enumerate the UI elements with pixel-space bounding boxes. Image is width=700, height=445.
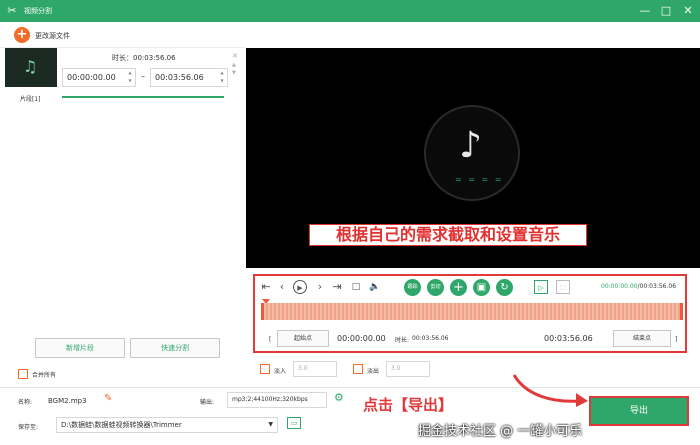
output-label: 输出: (200, 399, 215, 406)
reset-icon[interactable]: ↻ (496, 279, 513, 296)
next-frame-icon[interactable]: › (313, 280, 327, 294)
previous-frame-icon[interactable]: ‹ (275, 280, 289, 294)
set-start-button[interactable]: 起始点 (277, 330, 329, 347)
change-source-button[interactable]: 更改源文件 (35, 31, 70, 41)
chevron-down-icon: ▼ (268, 421, 273, 428)
delete-segment-icon[interactable]: ✕ (232, 52, 238, 60)
settings-gear-icon[interactable]: ⚙ (334, 391, 344, 404)
time-current: 00:00:00.00 (601, 283, 638, 290)
watermark: 掘金技术社区 @ 一罐小可乐 (418, 424, 583, 439)
range-separator: – (141, 72, 145, 81)
go-start-icon[interactable]: ⇤ (259, 280, 273, 294)
fade-in-value: 3.0 (298, 365, 308, 372)
move-down-icon[interactable]: ▼ (232, 70, 236, 76)
music-note-icon: ♪ (459, 125, 482, 166)
go-end-icon[interactable]: ⇥ (330, 280, 344, 294)
trim-start-value[interactable]: 00:00:00.00 (337, 334, 386, 343)
segment-thumbnail[interactable]: ♫ (5, 48, 57, 87)
edit-icon[interactable]: ✎ (104, 393, 112, 404)
segment-end-input[interactable]: 00:03:56.06 (150, 68, 228, 87)
save-path-select[interactable]: D:\数据蛙\数据蛙视频转换器\Trimmer ▼ (56, 417, 278, 433)
time-readout: 00:00:00.00/00:03:56.06 (601, 283, 676, 290)
window-title: 视频分割 (24, 7, 52, 15)
timeline-selection (264, 303, 680, 320)
export-button[interactable]: 导出 (589, 396, 689, 426)
audio-disc: ♪ = = = = (424, 105, 520, 201)
start-spinner[interactable]: ▲ ▼ (126, 69, 134, 86)
trim-duration-label: 时长: (395, 337, 410, 344)
name-label: 名称: (18, 399, 33, 406)
track-button[interactable]: 跟踪 (404, 279, 421, 296)
output-format: mp3;2;44100Hz;320kbps (232, 396, 308, 403)
set-end-button[interactable]: 结束点 (613, 330, 671, 347)
fade-out-label: 淡出 (367, 368, 380, 375)
segment-duration: 时长：00:03:56.06 (112, 53, 176, 63)
playback-marker-icon[interactable]: ▷ (534, 280, 548, 294)
segment-start-input[interactable]: 00:00:00.00 (62, 68, 136, 87)
maximize-button[interactable]: □ (658, 3, 674, 19)
copy-icon[interactable]: ▣ (473, 279, 490, 296)
timeline-track[interactable] (261, 303, 683, 320)
cut-button[interactable]: 剪切 (427, 279, 444, 296)
add-icon[interactable]: + (450, 279, 467, 296)
save-to-label: 保存至: (18, 424, 39, 431)
fade-in-label: 淡入 (274, 368, 287, 375)
duration-label: 时长： (112, 54, 133, 62)
merge-all-checkbox[interactable] (18, 369, 28, 379)
fast-split-button[interactable]: 快速分割 (130, 338, 220, 358)
end-spinner[interactable]: ▲ ▼ (218, 69, 226, 86)
fade-out-checkbox[interactable] (353, 364, 363, 374)
stop-icon[interactable]: □ (349, 280, 363, 294)
trim-duration-value: 00:03:56.06 (412, 335, 449, 342)
save-path: D:\数据蛙\数据蛙视频转换器\Trimmer (61, 421, 182, 429)
annotation-click-export: 点击【导出】 (363, 396, 454, 414)
title-bar: ✂ 视频分割 — □ ✕ (0, 0, 700, 22)
equalizer-bars: = = = = (455, 175, 504, 184)
move-up-icon[interactable]: ▲ (232, 62, 236, 68)
volume-icon[interactable]: 🔈 (368, 280, 382, 294)
output-format-input[interactable]: mp3;2;44100Hz;320kbps (227, 392, 327, 408)
minimize-button[interactable]: — (637, 3, 653, 19)
fade-in-checkbox[interactable] (260, 364, 270, 374)
close-button[interactable]: ✕ (680, 3, 696, 19)
annotation-caption: 根据自己的需求截取和设置音乐 (309, 224, 587, 246)
toolbar: + 更改源文件 (0, 22, 246, 48)
segment-progress (62, 96, 224, 98)
annotation-arrow (512, 374, 588, 407)
segment-label: 片段[1] (20, 96, 41, 103)
start-bracket: [ (269, 336, 272, 343)
end-bracket: ] (675, 336, 678, 343)
file-name: BGM2.mp3 (48, 397, 87, 405)
trim-end-value[interactable]: 00:03:56.06 (544, 334, 593, 343)
player-controls: ⇤ ‹ ▶ › ⇥ □ 🔈 跟踪 剪切 + ▣ ↻ ▷ ⬚ 00:00:00.0… (253, 274, 687, 353)
add-icon[interactable]: + (14, 27, 30, 43)
app-logo-icon: ✂ (7, 4, 17, 17)
music-note-icon: ♫ (23, 57, 38, 76)
fade-in-input[interactable]: 3.0 (293, 361, 337, 377)
duration-value: 00:03:56.06 (133, 54, 176, 62)
add-segment-button[interactable]: 新增片段 (35, 338, 125, 358)
start-value: 00:00:00.00 (67, 73, 116, 82)
loop-icon[interactable]: ⬚ (556, 280, 570, 294)
end-value: 00:03:56.06 (155, 73, 204, 82)
fade-out-input[interactable]: 3.0 (386, 361, 430, 377)
folder-icon[interactable]: ▭ (287, 417, 301, 429)
merge-all-label: 合并所有 (32, 372, 57, 379)
divider (0, 387, 700, 388)
play-icon[interactable]: ▶ (293, 280, 307, 294)
fade-out-value: 3.0 (391, 365, 401, 372)
time-total: /00:03:56.06 (637, 283, 677, 290)
